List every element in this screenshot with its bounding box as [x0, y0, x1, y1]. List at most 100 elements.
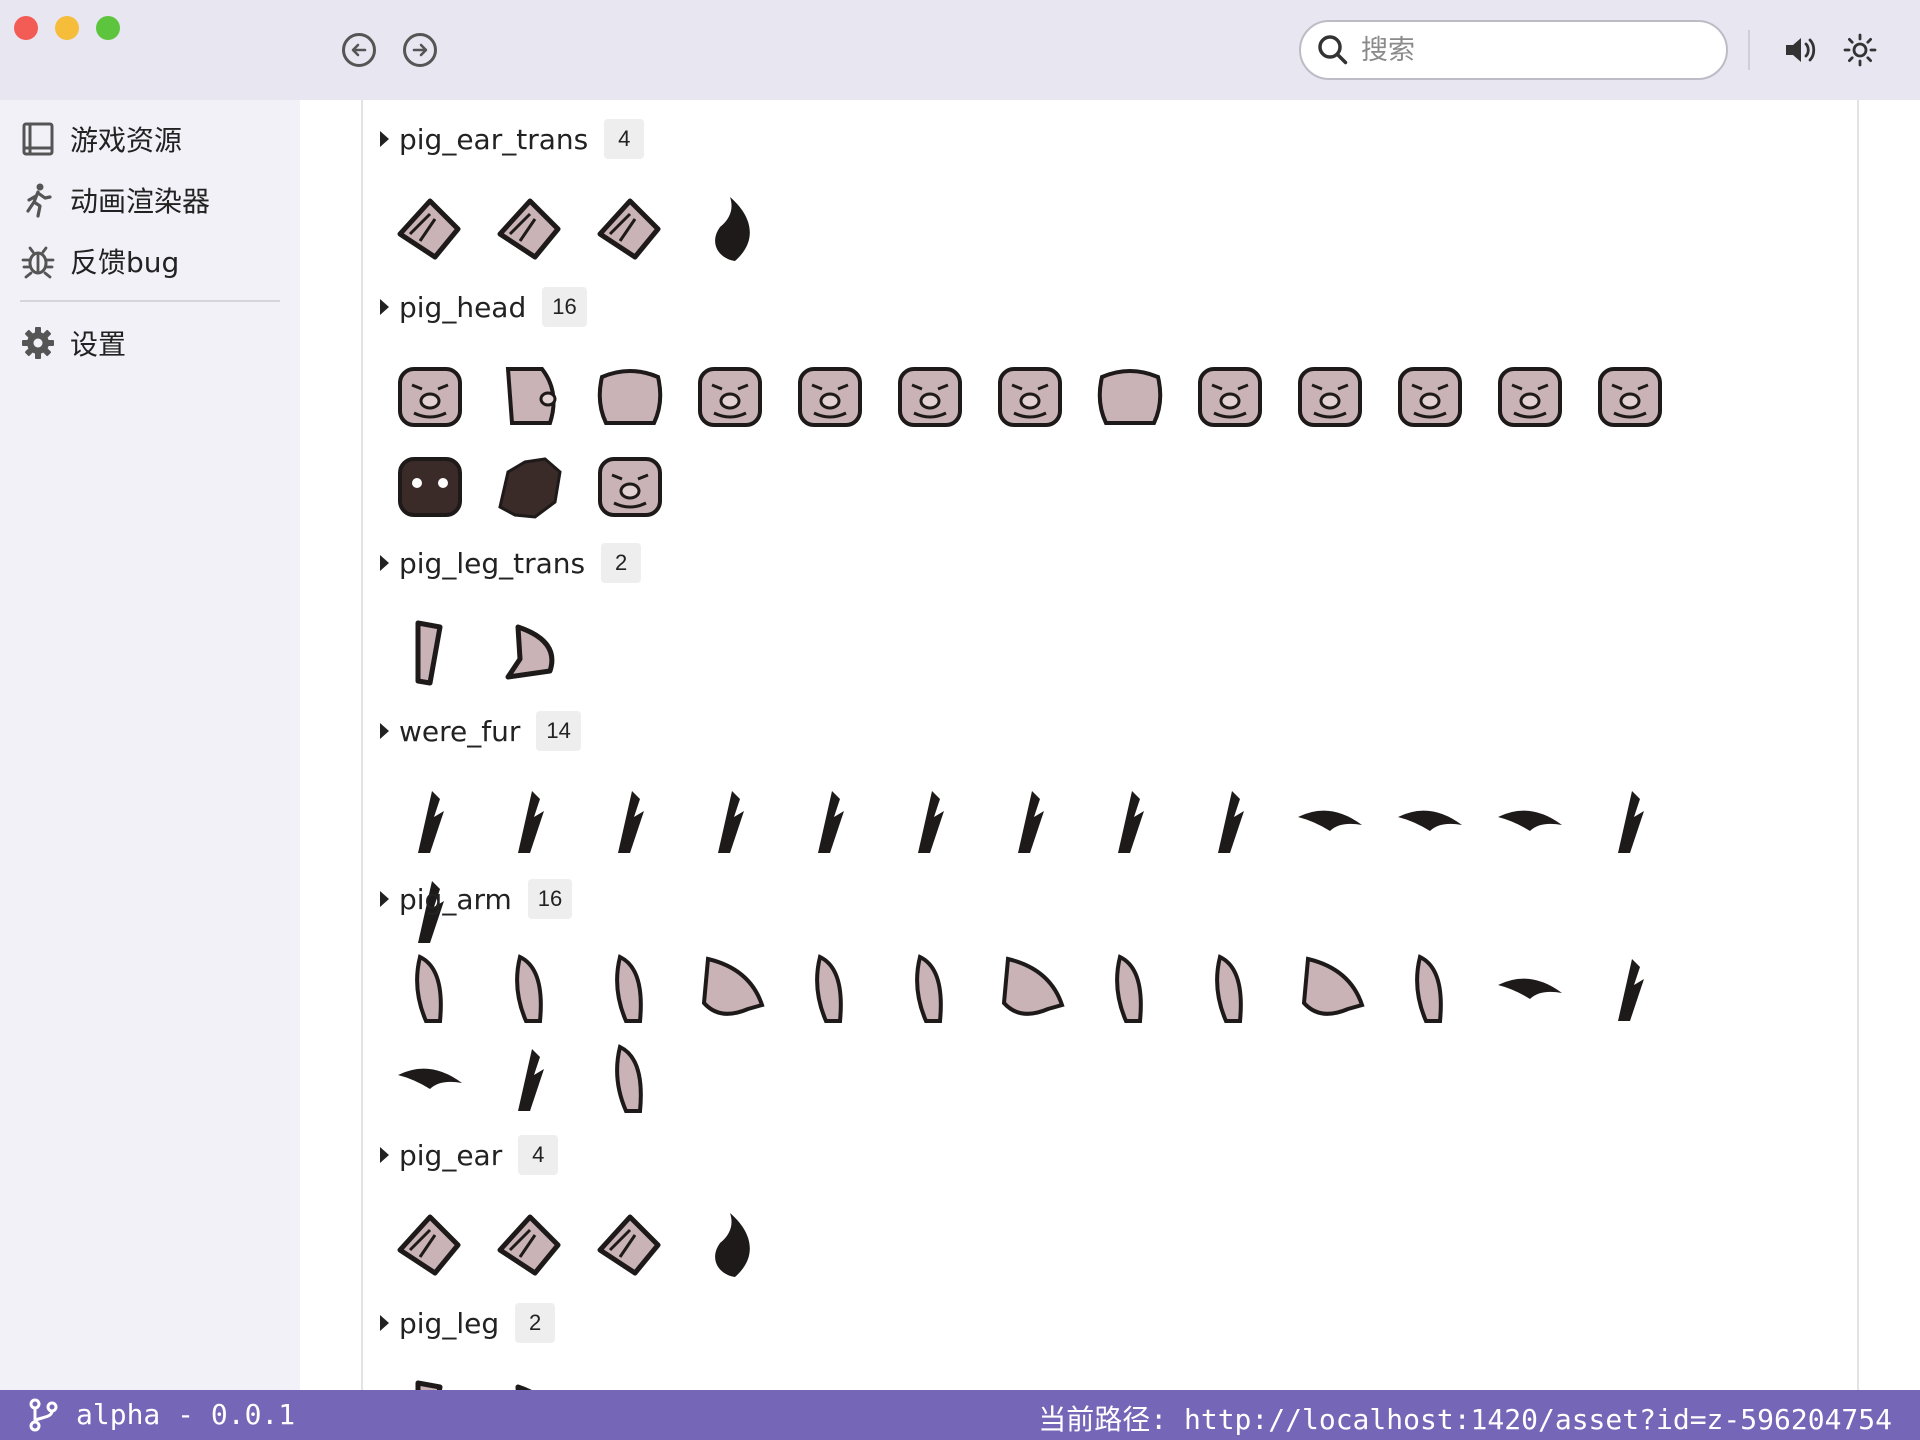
asset-thumbnail[interactable]: [1480, 944, 1580, 1034]
asset-thumbnail[interactable]: [480, 1034, 580, 1124]
asset-thumbnail[interactable]: [480, 776, 580, 866]
zoom-window-button[interactable]: [96, 16, 120, 40]
volume-button[interactable]: [1780, 30, 1820, 70]
asset-thumbnail[interactable]: [380, 1368, 480, 1390]
asset-group-pig-head: pig_head 16: [380, 287, 1880, 532]
asset-thumbnail[interactable]: [480, 1200, 580, 1290]
asset-thumbnail[interactable]: [1480, 776, 1580, 866]
asset-thumbnail[interactable]: [1580, 944, 1680, 1034]
asset-thumbnail[interactable]: [580, 1034, 680, 1124]
minimize-window-button[interactable]: [55, 16, 79, 40]
asset-thumbnail[interactable]: [880, 776, 980, 866]
asset-thumbnail[interactable]: [580, 184, 680, 274]
group-count-badge: 14: [536, 711, 581, 751]
asset-thumbnail[interactable]: [580, 352, 680, 442]
sprite-preview: [615, 1044, 643, 1113]
asset-thumbnail[interactable]: [1180, 944, 1280, 1034]
sprite-preview: [518, 1049, 544, 1111]
asset-thumbnail[interactable]: [1080, 352, 1180, 442]
group-header[interactable]: pig_arm 16: [380, 879, 1880, 919]
asset-thumbnail[interactable]: [480, 1368, 580, 1390]
sprite-preview: [715, 197, 750, 261]
sprite-preview: [505, 367, 557, 425]
sidebar-item-feedback-bug[interactable]: 反馈bug: [20, 236, 179, 286]
asset-thumbnail[interactable]: [880, 352, 980, 442]
asset-thumbnail[interactable]: [680, 184, 780, 274]
asset-thumbnail[interactable]: [380, 776, 480, 866]
asset-thumbnail[interactable]: [380, 1200, 480, 1290]
asset-thumbnail[interactable]: [1380, 352, 1480, 442]
asset-thumbnail[interactable]: [580, 442, 680, 532]
asset-thumbnail[interactable]: [680, 776, 780, 866]
forward-icon: [412, 43, 428, 57]
caret-right-icon: [380, 131, 389, 147]
caret-right-icon: [380, 1315, 389, 1331]
sidebar-item-settings[interactable]: 设置: [20, 318, 126, 368]
asset-thumbnail[interactable]: [680, 352, 780, 442]
asset-thumbnail[interactable]: [580, 776, 680, 866]
current-path-label: 当前路径: http://localhost:1420/asset?id=z-5…: [1038, 1403, 1892, 1436]
caret-right-icon: [380, 299, 389, 315]
asset-thumbnail[interactable]: [1080, 944, 1180, 1034]
asset-thumbnail[interactable]: [1280, 944, 1380, 1034]
asset-thumbnail[interactable]: [1280, 352, 1380, 442]
asset-thumbnail[interactable]: [980, 352, 1080, 442]
asset-thumbnail[interactable]: [780, 352, 880, 442]
asset-thumbnail[interactable]: [380, 1034, 480, 1124]
asset-thumbnail[interactable]: [380, 944, 480, 1034]
asset-thumbnail[interactable]: [780, 944, 880, 1034]
asset-thumbnail[interactable]: [480, 184, 580, 274]
sprite-preview: [1298, 810, 1362, 831]
sidebar-item-animation-renderer[interactable]: 动画渲染器: [20, 175, 210, 225]
forward-button[interactable]: [403, 33, 437, 67]
sprite-preview: [1118, 791, 1144, 853]
asset-thumbnail[interactable]: [580, 944, 680, 1034]
asset-thumbnail[interactable]: [1180, 776, 1280, 866]
version-label: alpha - 0.0.1: [76, 1398, 296, 1431]
asset-thumbnail[interactable]: [380, 352, 480, 442]
sprite-preview: [1198, 367, 1262, 427]
asset-thumbnail[interactable]: [1180, 352, 1280, 442]
group-header[interactable]: pig_leg 2: [380, 1303, 1880, 1343]
asset-thumbnail[interactable]: [480, 608, 580, 698]
theme-toggle-button[interactable]: [1840, 30, 1880, 70]
group-header[interactable]: pig_leg_trans 2: [380, 543, 1880, 583]
asset-thumbnail[interactable]: [380, 184, 480, 274]
asset-thumbnail[interactable]: [580, 1200, 680, 1290]
asset-thumbnail[interactable]: [380, 442, 480, 532]
group-header[interactable]: pig_ear 4: [380, 1135, 1880, 1175]
group-count-badge: 4: [518, 1135, 559, 1175]
search-box[interactable]: [1299, 20, 1728, 80]
asset-thumbnail[interactable]: [480, 944, 580, 1034]
close-window-button[interactable]: [14, 16, 38, 40]
caret-right-icon: [380, 555, 389, 571]
thumbnail-grid: [380, 608, 1770, 698]
asset-thumbnail[interactable]: [780, 776, 880, 866]
asset-thumbnail[interactable]: [1380, 776, 1480, 866]
asset-thumbnail[interactable]: [1080, 776, 1180, 866]
asset-thumbnail[interactable]: [480, 352, 580, 442]
asset-thumbnail[interactable]: [680, 1200, 780, 1290]
asset-thumbnail[interactable]: [1480, 352, 1580, 442]
asset-thumbnail[interactable]: [680, 944, 780, 1034]
group-title: pig_ear_trans: [399, 122, 589, 156]
group-title: pig_leg: [399, 1306, 500, 1340]
asset-thumbnail[interactable]: [1380, 944, 1480, 1034]
asset-thumbnail[interactable]: [980, 944, 1080, 1034]
sidebar-item-label: 动画渲染器: [70, 185, 211, 218]
back-button[interactable]: [342, 33, 376, 67]
sprite-preview: [515, 1384, 532, 1390]
asset-thumbnail[interactable]: [1580, 352, 1680, 442]
asset-thumbnail[interactable]: [380, 608, 480, 698]
sprite-preview: [497, 198, 561, 260]
group-header[interactable]: were_fur 14: [380, 711, 1880, 751]
asset-thumbnail[interactable]: [480, 442, 580, 532]
sidebar-item-game-assets[interactable]: 游戏资源: [20, 114, 182, 164]
asset-thumbnail[interactable]: [1280, 776, 1380, 866]
asset-thumbnail[interactable]: [980, 776, 1080, 866]
asset-thumbnail[interactable]: [1580, 776, 1680, 866]
search-input[interactable]: [1361, 34, 1701, 66]
group-header[interactable]: pig_ear_trans 4: [380, 119, 1880, 159]
asset-thumbnail[interactable]: [880, 944, 980, 1034]
group-header[interactable]: pig_head 16: [380, 287, 1880, 327]
